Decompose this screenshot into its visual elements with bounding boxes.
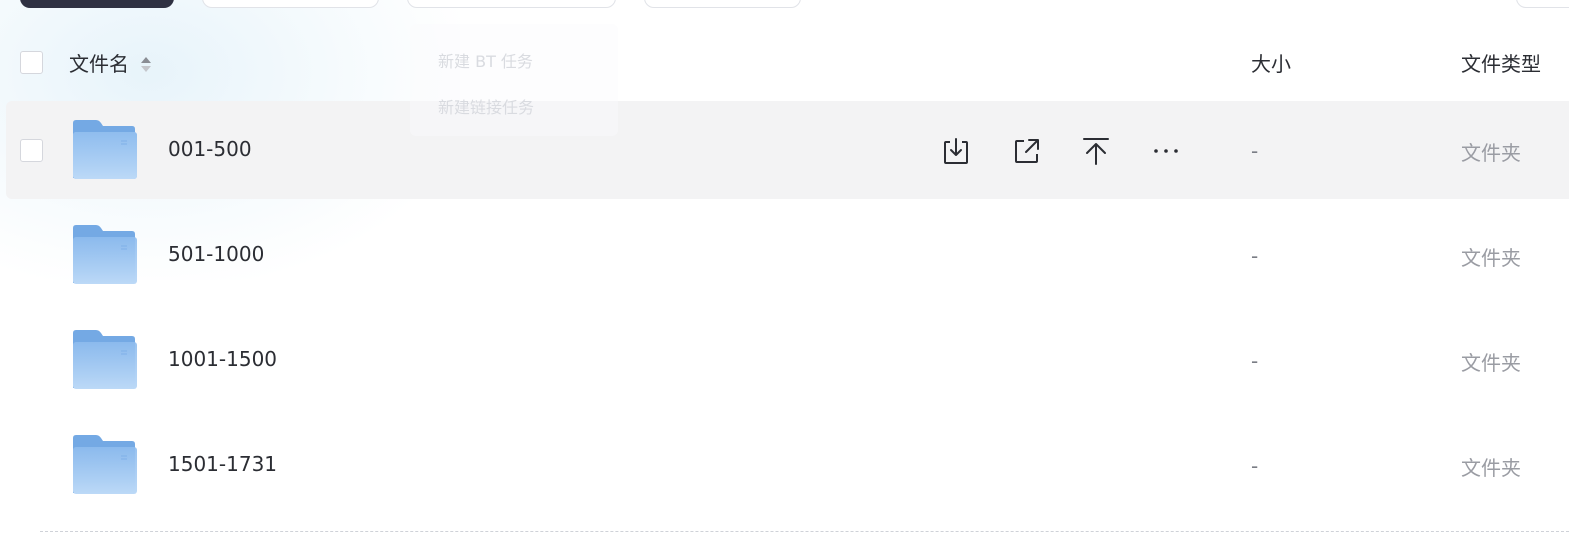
toolbar-button-3[interactable] bbox=[644, 0, 801, 8]
column-header-size: 大小 bbox=[1251, 52, 1291, 76]
toolbar-primary-button[interactable] bbox=[20, 0, 174, 8]
file-size: - bbox=[1251, 349, 1259, 373]
share-external-icon bbox=[1015, 139, 1039, 163]
toolbar-button-2[interactable] bbox=[407, 0, 616, 8]
pin-top-icon bbox=[1083, 138, 1109, 165]
move-to-top-button[interactable] bbox=[1076, 131, 1116, 171]
folder-icon bbox=[73, 120, 137, 179]
new-task-dropdown: 新建 BT 任务 新建链接任务 bbox=[410, 24, 618, 136]
list-divider bbox=[40, 531, 1569, 532]
file-name[interactable]: 001-500 bbox=[168, 137, 252, 161]
file-row[interactable]: 001-500 - 文件夹 bbox=[6, 101, 1569, 199]
download-icon bbox=[944, 138, 968, 164]
file-type: 文件夹 bbox=[1461, 246, 1521, 270]
file-size: - bbox=[1251, 244, 1259, 268]
file-name[interactable]: 1001-1500 bbox=[168, 347, 277, 371]
toolbar-button-right[interactable] bbox=[1516, 0, 1569, 8]
file-size: - bbox=[1251, 454, 1259, 478]
file-row[interactable]: 501-1000 - 文件夹 bbox=[6, 206, 1569, 304]
sort-icon[interactable] bbox=[139, 54, 153, 74]
select-all-checkbox[interactable] bbox=[20, 51, 43, 74]
file-list-header: 文件名 大小 文件类型 bbox=[0, 40, 1569, 88]
folder-icon bbox=[73, 435, 137, 494]
file-row[interactable]: 1001-1500 - 文件夹 bbox=[6, 311, 1569, 409]
menu-item-new-link-task[interactable]: 新建链接任务 bbox=[438, 94, 534, 118]
download-button[interactable] bbox=[936, 131, 976, 171]
file-size: - bbox=[1251, 139, 1259, 163]
row-checkbox[interactable] bbox=[20, 139, 43, 162]
toolbar-button-1[interactable] bbox=[202, 0, 379, 8]
folder-icon bbox=[73, 225, 137, 284]
file-name[interactable]: 501-1000 bbox=[168, 242, 264, 266]
more-button[interactable] bbox=[1146, 131, 1186, 171]
file-type: 文件夹 bbox=[1461, 141, 1521, 165]
column-header-type: 文件类型 bbox=[1461, 52, 1541, 76]
folder-icon bbox=[73, 330, 137, 389]
open-external-button[interactable] bbox=[1006, 131, 1046, 171]
file-type: 文件夹 bbox=[1461, 456, 1521, 480]
file-row[interactable]: 1501-1731 - 文件夹 bbox=[6, 416, 1569, 514]
file-name[interactable]: 1501-1731 bbox=[168, 452, 277, 476]
more-icon bbox=[1154, 149, 1178, 153]
menu-item-new-bt-task[interactable]: 新建 BT 任务 bbox=[438, 48, 533, 72]
file-type: 文件夹 bbox=[1461, 351, 1521, 375]
column-header-name[interactable]: 文件名 bbox=[69, 51, 129, 77]
